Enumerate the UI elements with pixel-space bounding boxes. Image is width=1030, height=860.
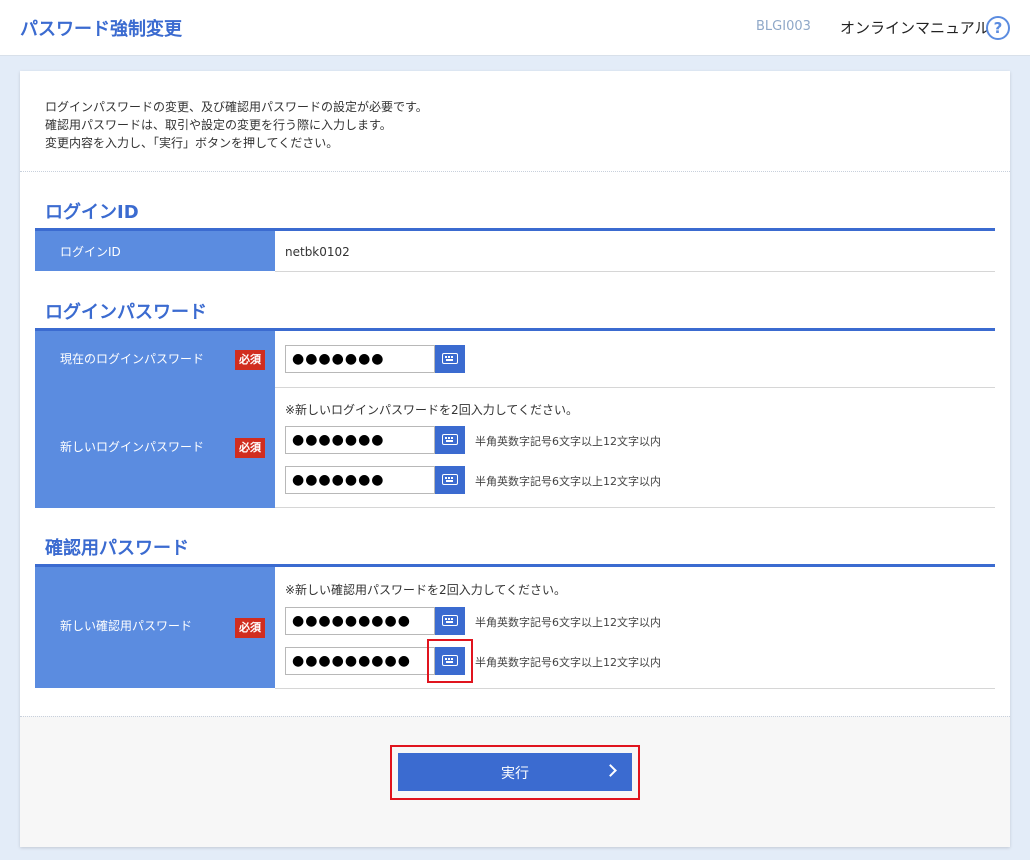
row-header-login-id: ログインID — [35, 231, 275, 271]
password-hint: 半角英数字記号6文字以上12文字以内 — [475, 435, 661, 448]
keyboard-button-highlight — [427, 639, 473, 683]
keyboard-icon — [442, 615, 458, 626]
required-badge: 必須 — [235, 350, 265, 370]
password-hint: 半角英数字記号6文字以上12文字以内 — [475, 656, 661, 669]
execute-button[interactable]: 実行 — [398, 753, 632, 791]
new-password-note: ※新しいログインパスワードを2回入力してください。 — [285, 403, 578, 417]
header: パスワード強制変更 BLGI003 オンラインマニュアル ? — [0, 0, 1030, 56]
row-header-current-password: 現在のログインパスワード 必須 — [35, 331, 275, 388]
keyboard-button[interactable] — [435, 466, 465, 494]
required-badge: 必須 — [235, 438, 265, 458]
login-id-value: netbk0102 — [285, 245, 350, 259]
keyboard-button[interactable] — [435, 426, 465, 454]
password-hint: 半角英数字記号6文字以上12文字以内 — [475, 475, 661, 488]
row-divider — [275, 688, 995, 689]
keyboard-button[interactable] — [435, 607, 465, 635]
row-label: ログインID — [60, 245, 121, 259]
row-divider — [275, 387, 995, 388]
main-card: ログインパスワードの変更、及び確認用パスワードの設定が必要です。 確認用パスワー… — [20, 71, 1010, 847]
intro-line: 変更内容を入力し、「実行」ボタンを押してください。 — [45, 136, 339, 150]
intro-text: ログインパスワードの変更、及び確認用パスワードの設定が必要です。 確認用パスワー… — [45, 98, 428, 152]
password-hint: 半角英数字記号6文字以上12文字以内 — [475, 616, 661, 629]
new-password-input[interactable] — [285, 426, 435, 454]
keyboard-icon — [442, 353, 458, 364]
row-header-confirm-password: 新しい確認用パスワード 必須 — [35, 567, 275, 688]
confirm-password-note: ※新しい確認用パスワードを2回入力してください。 — [285, 583, 566, 597]
execute-label: 実行 — [501, 766, 529, 782]
keyboard-icon — [442, 434, 458, 445]
new-password-confirm-input[interactable] — [285, 466, 435, 494]
intro-line: ログインパスワードの変更、及び確認用パスワードの設定が必要です。 — [45, 100, 428, 114]
row-label: 新しい確認用パスワード — [60, 619, 193, 633]
keyboard-icon — [442, 474, 458, 485]
current-password-input[interactable] — [285, 345, 435, 373]
divider — [20, 171, 1010, 172]
row-divider — [275, 271, 995, 272]
section-title-login-id: ログインID — [45, 202, 139, 223]
keyboard-button[interactable] — [435, 345, 465, 373]
required-badge: 必須 — [235, 618, 265, 638]
row-label: 現在のログインパスワード — [60, 352, 205, 366]
intro-line: 確認用パスワードは、取引や設定の変更を行う際に入力します。 — [45, 118, 392, 132]
online-manual-link[interactable]: オンラインマニュアル — [840, 17, 990, 38]
confirm-password-input[interactable] — [285, 607, 435, 635]
confirm-password-repeat-input[interactable] — [285, 647, 435, 675]
row-header-new-password: 新しいログインパスワード 必須 — [35, 388, 275, 508]
help-icon[interactable]: ? — [986, 16, 1010, 40]
row-divider — [275, 507, 995, 508]
section-title-confirm-password: 確認用パスワード — [45, 538, 189, 559]
section-title-login-password: ログインパスワード — [45, 302, 207, 323]
screen-id: BLGI003 — [756, 19, 811, 34]
row-label: 新しいログインパスワード — [60, 440, 205, 454]
page-title: パスワード強制変更 — [20, 19, 182, 40]
